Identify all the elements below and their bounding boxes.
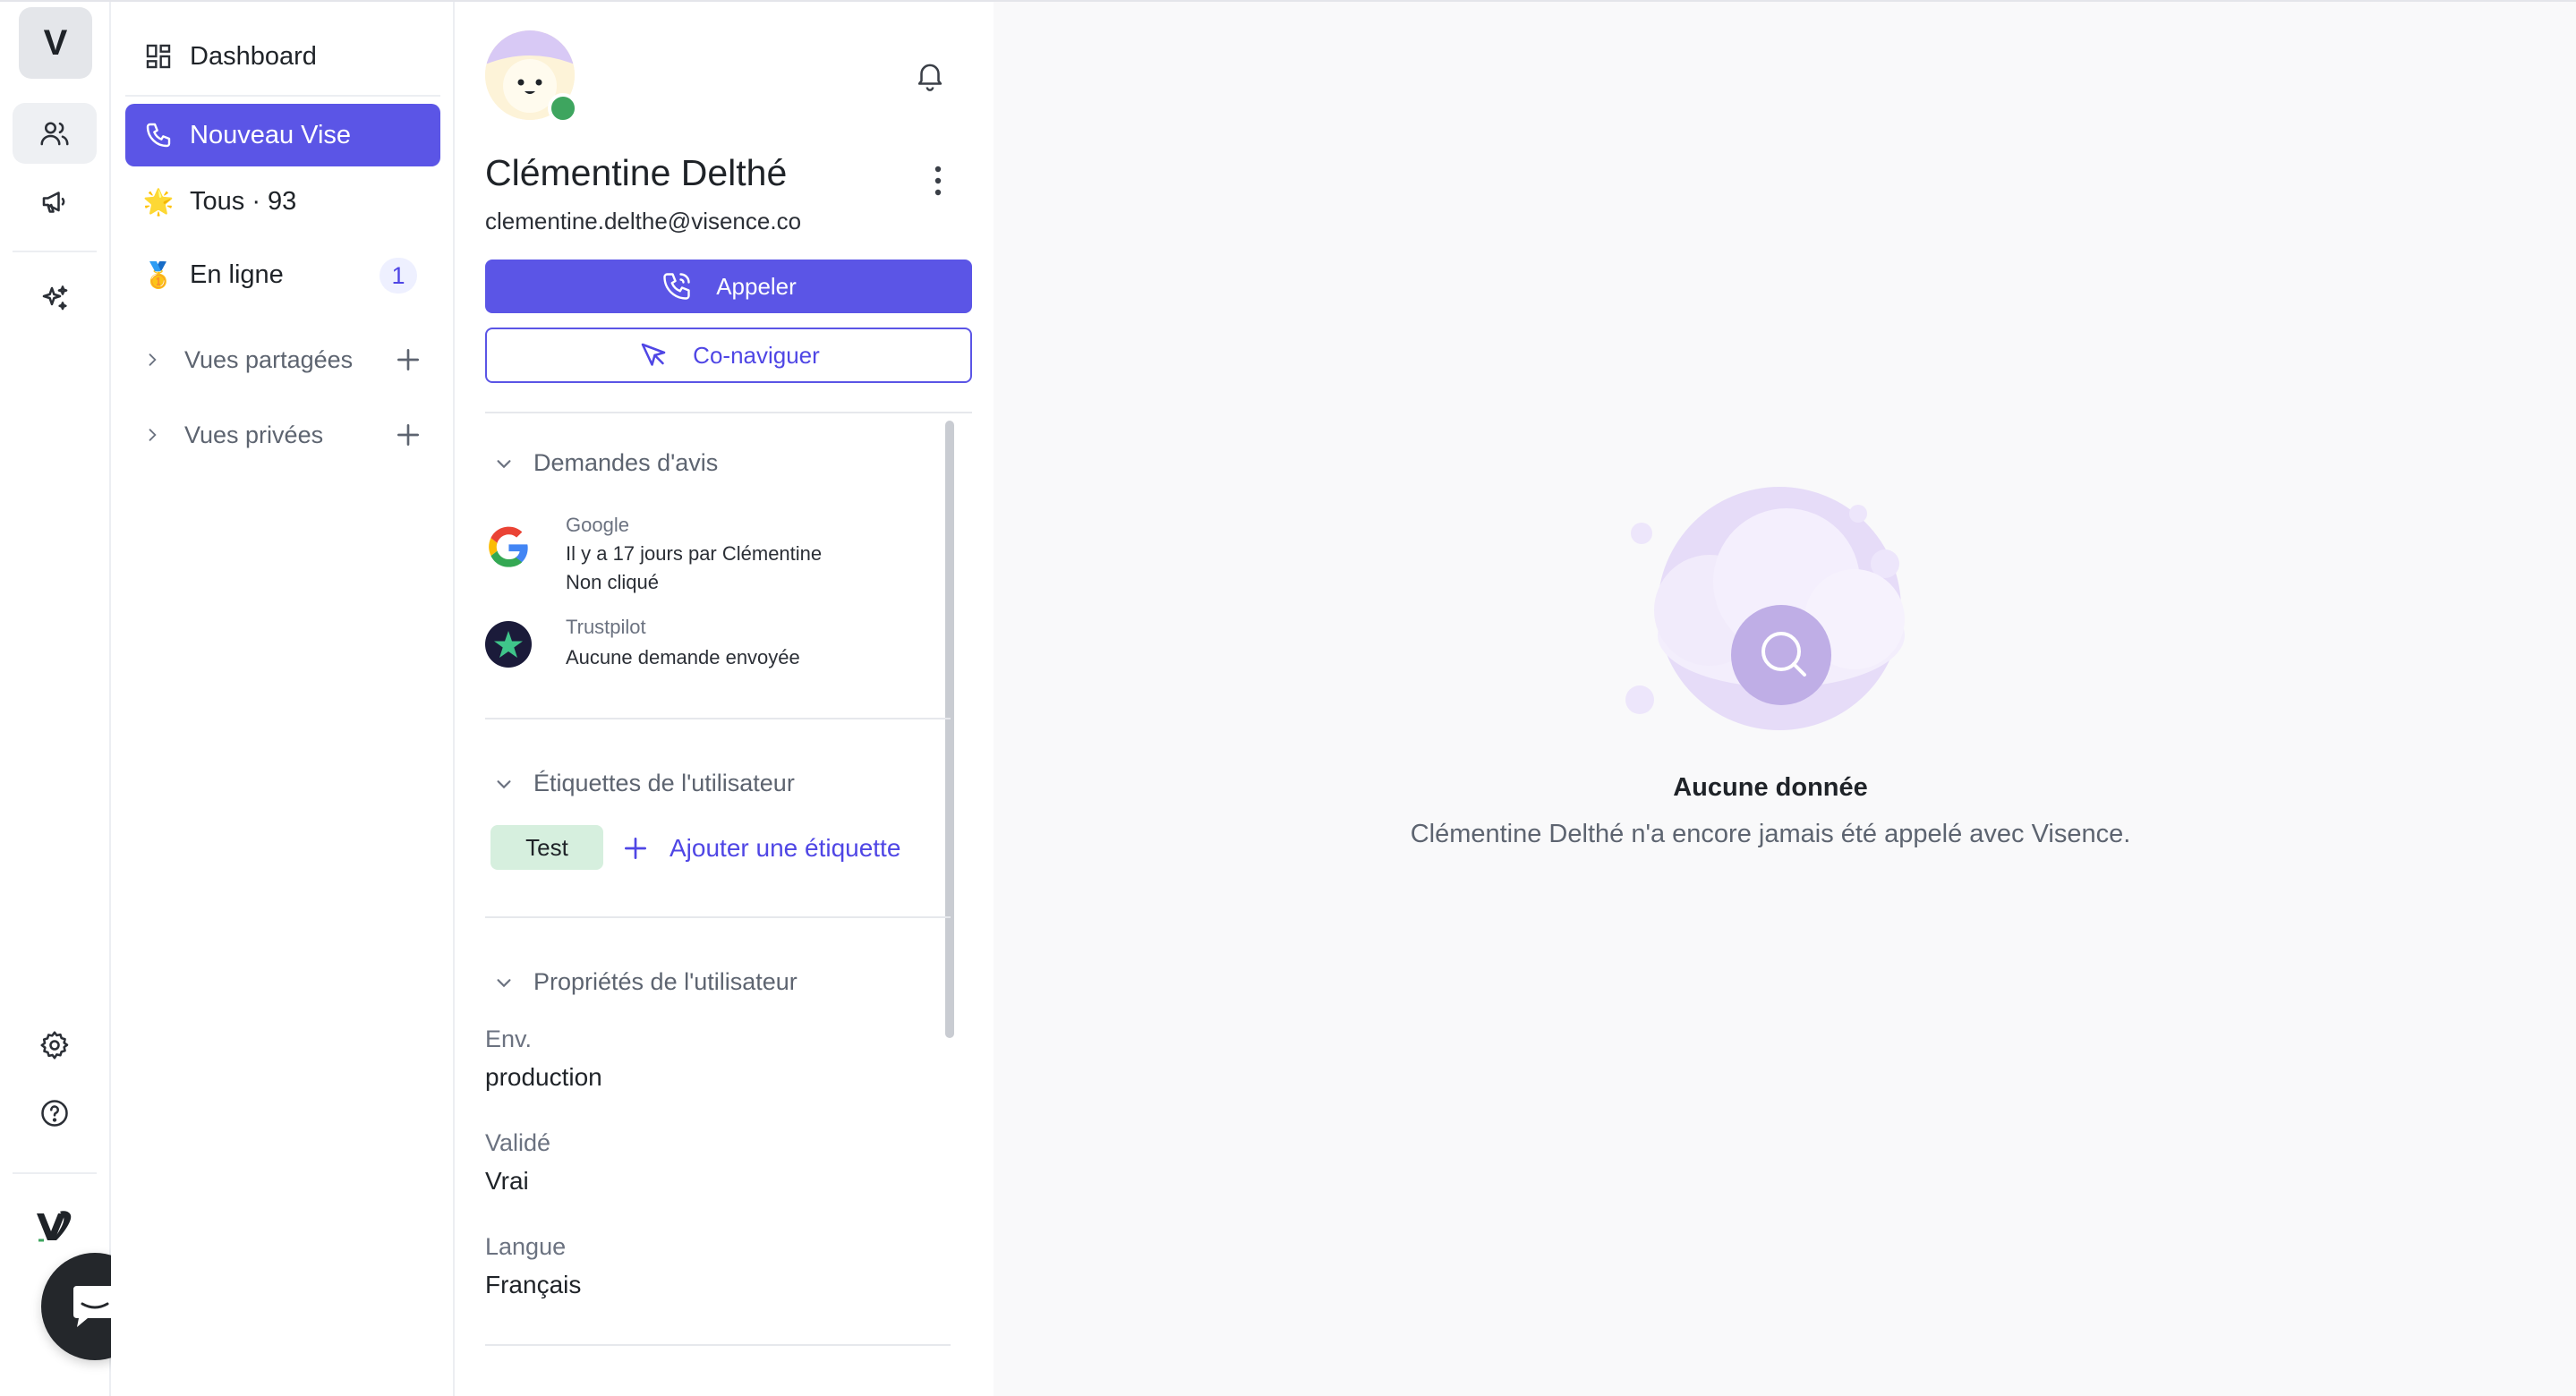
- visence-logo-icon: [32, 1206, 77, 1246]
- panel-divider: [485, 916, 951, 918]
- add-tag-button[interactable]: Ajouter une étiquette: [621, 829, 900, 868]
- plus-icon: [625, 838, 646, 859]
- add-shared-view-icon[interactable]: [394, 345, 422, 374]
- empty-state-subtitle: Clémentine Delthé n'a encore jamais été …: [1410, 820, 2131, 848]
- medal-emoji-icon: 🥇: [142, 260, 175, 289]
- shared-views-group[interactable]: Vues partagées: [125, 333, 440, 387]
- review-status: Non cliqué: [566, 571, 659, 593]
- cursor-click-icon: [641, 343, 666, 366]
- cobrowse-button[interactable]: Co-naviguer: [485, 328, 972, 383]
- icon-rail: V: [0, 2, 111, 1396]
- nav-online-label: En ligne: [190, 260, 284, 289]
- reviews-section-title: Demandes d'avis: [533, 449, 719, 476]
- campaigns-nav-button[interactable]: [13, 172, 97, 233]
- panel-scrollbar[interactable]: [945, 421, 954, 1038]
- workspace-logo[interactable]: V: [19, 7, 92, 79]
- nav-all-label: Tous · 93: [190, 186, 297, 216]
- property-label: Langue: [485, 1233, 567, 1260]
- panel-divider: [485, 1344, 951, 1346]
- call-button[interactable]: Appeler: [485, 260, 972, 313]
- cobrowse-button-label: Co-naviguer: [693, 341, 820, 369]
- users-nav-button[interactable]: [13, 103, 97, 164]
- chevron-down-icon: [497, 779, 511, 788]
- private-views-label: Vues privées: [184, 421, 324, 448]
- online-status-dot: [548, 93, 578, 123]
- panel-divider: [485, 412, 972, 413]
- nav-divider: [125, 95, 440, 97]
- rail-divider: [13, 1172, 97, 1174]
- chevron-right-icon: [143, 351, 165, 369]
- chevron-down-icon: [497, 459, 511, 468]
- rail-divider: [13, 251, 97, 252]
- megaphone-icon: [42, 192, 65, 213]
- review-status: Aucune demande envoyée: [566, 646, 800, 668]
- nav-dashboard-label: Dashboard: [190, 41, 317, 71]
- bell-icon[interactable]: [913, 57, 947, 93]
- call-button-label: Appeler: [716, 272, 797, 300]
- google-icon: [489, 526, 528, 567]
- add-private-view-icon[interactable]: [394, 421, 422, 449]
- nav-all[interactable]: 🌟 Tous · 93: [125, 170, 440, 233]
- nav-dashboard[interactable]: Dashboard: [125, 25, 440, 88]
- user-profile-panel: Clémentine Delthé clementine.delthe@vise…: [455, 2, 994, 1396]
- properties-section-header[interactable]: Propriétés de l'utilisateur: [494, 968, 798, 996]
- trustpilot-icon: [485, 621, 532, 668]
- ai-nav-button[interactable]: [13, 268, 97, 329]
- nav-sidebar: Dashboard Nouveau Vise 🌟 Tous · 93 🥇 En …: [111, 2, 455, 1396]
- private-views-group[interactable]: Vues privées: [125, 408, 440, 462]
- empty-state-title: Aucune donnée: [1673, 773, 1868, 802]
- main-content: Aucune donnée Clémentine Delthé n'a enco…: [994, 2, 2576, 1396]
- property-value: Vrai: [485, 1167, 529, 1195]
- nav-new-vise-label: Nouveau Vise: [190, 120, 352, 149]
- user-name: Clémentine Delthé: [485, 152, 788, 193]
- chevron-right-icon: [143, 426, 165, 444]
- settings-icon: [40, 1031, 69, 1060]
- sparkles-icon: [42, 285, 68, 311]
- properties-section-title: Propriétés de l'utilisateur: [533, 968, 798, 995]
- tag-chip[interactable]: Test: [490, 825, 603, 870]
- help-icon: [41, 1100, 68, 1127]
- nav-new-vise[interactable]: Nouveau Vise: [125, 104, 440, 166]
- settings-nav-button[interactable]: [13, 1015, 97, 1076]
- review-source: Google: [566, 514, 629, 536]
- tags-section-header[interactable]: Étiquettes de l'utilisateur: [494, 770, 795, 797]
- property-value: Français: [485, 1271, 582, 1298]
- phone-call-icon: [663, 273, 690, 300]
- users-icon: [40, 122, 69, 146]
- empty-search-illustration: [1625, 487, 1905, 730]
- property-label: Validé: [485, 1129, 551, 1156]
- review-source: Trustpilot: [566, 616, 646, 638]
- more-options-icon[interactable]: [929, 165, 947, 197]
- dashboard-icon: [143, 41, 174, 72]
- tags-section-title: Étiquettes de l'utilisateur: [533, 770, 795, 796]
- reviews-section-header[interactable]: Demandes d'avis: [494, 449, 718, 477]
- nav-online[interactable]: 🥇 En ligne 1: [125, 243, 440, 306]
- user-email: clementine.delthe@visence.co: [485, 208, 802, 234]
- online-count-badge: 1: [380, 258, 417, 294]
- property-label: Env.: [485, 1026, 533, 1052]
- shared-views-label: Vues partagées: [184, 345, 354, 373]
- panel-divider: [485, 718, 951, 719]
- help-nav-button[interactable]: [13, 1083, 97, 1144]
- phone-icon: [143, 120, 174, 150]
- add-tag-label: Ajouter une étiquette: [670, 834, 901, 862]
- chevron-down-icon: [497, 978, 511, 987]
- star-emoji-icon: 🌟: [142, 187, 175, 216]
- review-date: Il y a 17 jours par Clémentine: [566, 542, 823, 565]
- property-value: production: [485, 1063, 602, 1091]
